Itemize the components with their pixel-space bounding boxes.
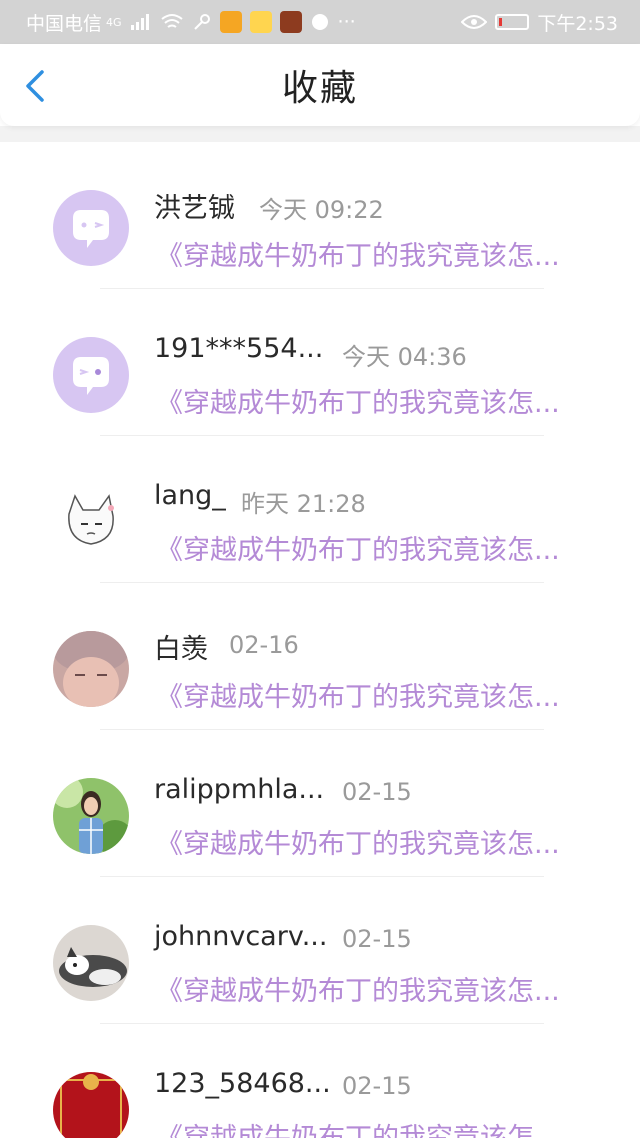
app-notification-icon [249, 11, 272, 33]
divider [0, 126, 640, 142]
story-title[interactable]: 《穿越成牛奶布丁的我究竟该怎... [156, 1116, 586, 1138]
story-title[interactable]: 《穿越成牛奶布丁的我究竟该怎... [156, 675, 586, 714]
user-name[interactable]: 191***554... [154, 333, 323, 364]
photo-person-avatar[interactable] [53, 778, 129, 854]
photo-face-avatar[interactable] [53, 631, 129, 707]
user-name[interactable]: ralippmhla... [154, 774, 324, 805]
list-item[interactable]: ralippmhla... 02-15 《穿越成牛奶布丁的我究竟该怎... [0, 730, 640, 877]
app-notification-icon [279, 11, 302, 33]
user-name[interactable]: 白羡 [154, 627, 208, 666]
favorite-time: 02-15 [342, 778, 412, 806]
status-time: 下午2:53 [537, 12, 618, 35]
story-title[interactable]: 《穿越成牛奶布丁的我究竟该怎... [156, 234, 586, 273]
list-item[interactable]: 123_58468... 02-15 《穿越成牛奶布丁的我究竟该怎... [0, 1024, 640, 1138]
story-title[interactable]: 《穿越成牛奶布丁的我究竟该怎... [156, 822, 586, 861]
back-arrow-icon[interactable] [22, 68, 48, 104]
eye-icon [461, 15, 488, 29]
story-title[interactable]: 《穿越成牛奶布丁的我究竟该怎... [156, 969, 586, 1008]
story-title[interactable]: 《穿越成牛奶布丁的我究竟该怎... [156, 381, 586, 420]
favorite-time: 02-15 [342, 925, 412, 953]
favorites-list: 洪艺铖 今天 09:22 《穿越成牛奶布丁的我究竟该怎... 191***554… [0, 142, 640, 1138]
app-notification-icon [219, 11, 242, 33]
browser-icon [311, 14, 328, 30]
certificate-avatar[interactable] [53, 1072, 129, 1138]
signal-icon [130, 14, 149, 30]
sketch-cat-avatar[interactable] [53, 484, 129, 560]
favorite-time: 02-16 [229, 631, 299, 659]
user-name[interactable]: johnnvcarv... [154, 921, 327, 952]
favorite-time: 昨天 21:28 [241, 490, 366, 518]
key-icon [193, 14, 210, 30]
photo-dog-avatar[interactable] [53, 925, 129, 1001]
list-item[interactable]: lang_ 昨天 21:28 《穿越成牛奶布丁的我究竟该怎... [0, 436, 640, 583]
default-avatar-icon[interactable] [53, 337, 129, 413]
wifi-icon [160, 14, 183, 28]
network-label: 4G [106, 15, 122, 29]
favorite-time: 02-15 [342, 1072, 412, 1100]
user-name[interactable]: 123_58468... [154, 1068, 331, 1099]
battery-icon [495, 14, 530, 30]
favorite-time: 今天 04:36 [342, 343, 467, 371]
user-name[interactable]: lang_ [154, 480, 226, 511]
story-title[interactable]: 《穿越成牛奶布丁的我究竟该怎... [156, 528, 586, 567]
status-bar: 中国电信 4G ··· 下午2:53 [0, 0, 640, 44]
list-item[interactable]: 洪艺铖 今天 09:22 《穿越成牛奶布丁的我究竟该怎... [0, 142, 640, 289]
nav-bar: 收藏 [0, 44, 640, 126]
list-item[interactable]: 191***554... 今天 04:36 《穿越成牛奶布丁的我究竟该怎... [0, 289, 640, 436]
page-title: 收藏 [281, 68, 358, 109]
carrier-label: 中国电信 [26, 12, 103, 35]
default-avatar-icon[interactable] [53, 190, 129, 266]
user-name[interactable]: 洪艺铖 [154, 186, 235, 225]
favorite-time: 今天 09:22 [259, 196, 384, 224]
list-item[interactable]: johnnvcarv... 02-15 《穿越成牛奶布丁的我究竟该怎... [0, 877, 640, 1024]
list-item[interactable]: 白羡 02-16 《穿越成牛奶布丁的我究竟该怎... [0, 583, 640, 730]
more-notifications-label: ··· [337, 11, 356, 33]
